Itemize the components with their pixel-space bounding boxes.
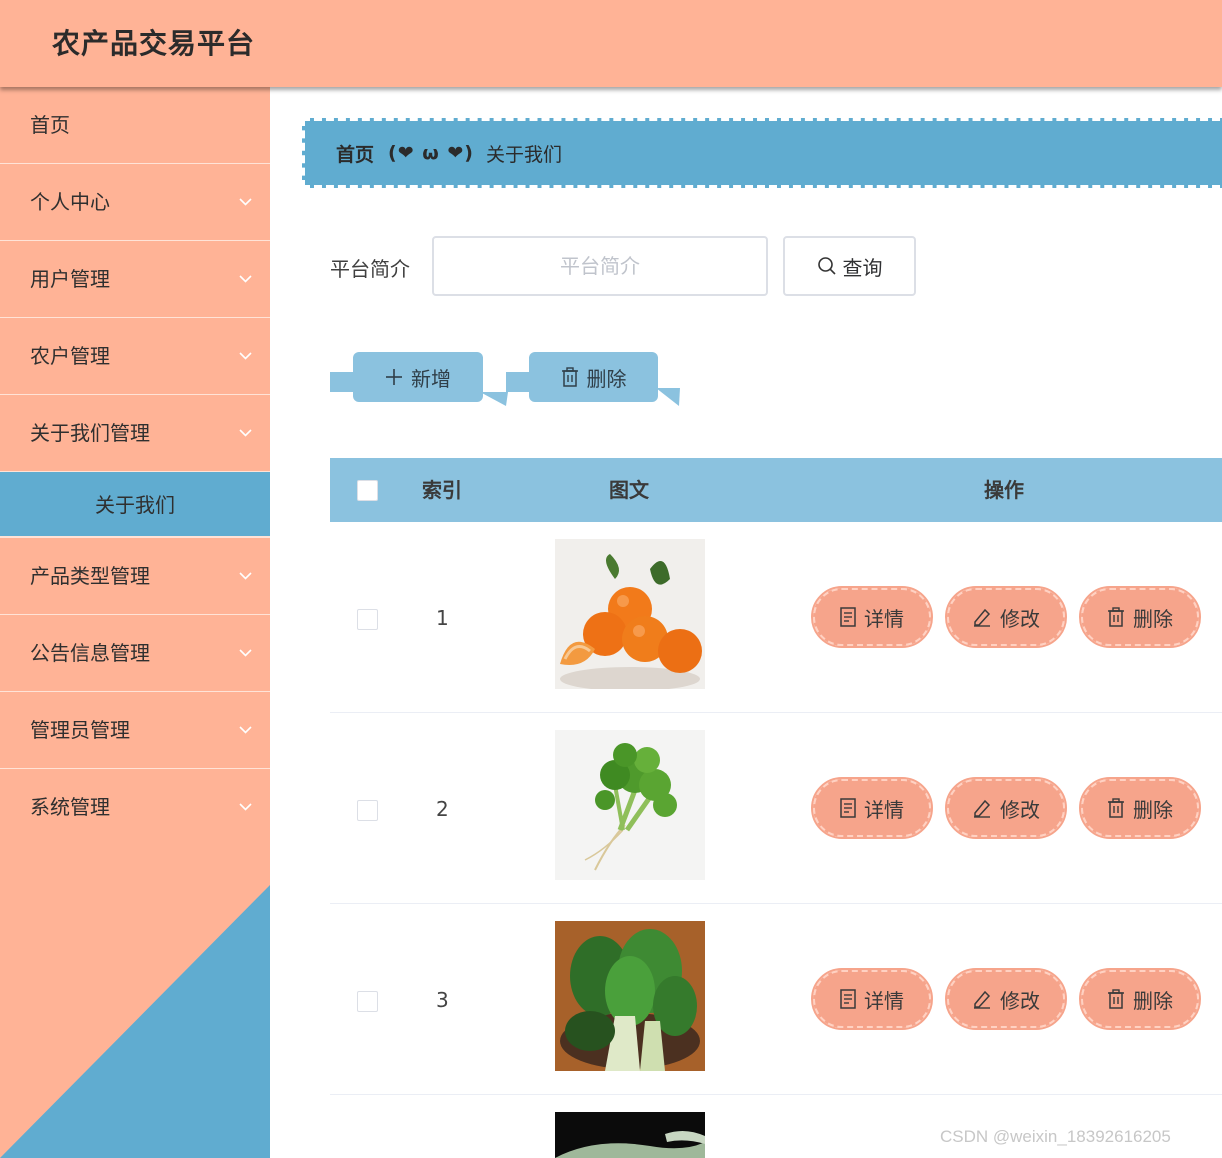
column-header-actions: 操作: [984, 478, 1024, 502]
sidebar-menu: 首页 个人中心 用户管理 农户管理 关于我们管理 关于我们 产品类型管理 公告信…: [0, 87, 270, 846]
sidebar-item-home[interactable]: 首页: [0, 87, 270, 164]
detail-button-label: 详情: [864, 606, 904, 631]
column-header-index: 索引: [422, 478, 462, 502]
sidebar-item-label: 个人中心: [30, 190, 110, 214]
delete-button[interactable]: 删除: [1079, 968, 1201, 1030]
detail-button[interactable]: 详情: [811, 968, 933, 1030]
sidebar-item-notice-management[interactable]: 公告信息管理: [0, 615, 270, 692]
add-button-label: 新增: [411, 366, 451, 391]
sidebar-item-system-management[interactable]: 系统管理: [0, 769, 270, 846]
search-icon: [817, 257, 836, 275]
edit-button-label: 修改: [1000, 797, 1040, 822]
edit-button-label: 修改: [1000, 988, 1040, 1013]
batch-delete-button[interactable]: 删除: [529, 352, 658, 402]
main-content: 首页 (❤ ω ❤) 关于我们 平台简介 查询 新增: [270, 87, 1222, 1158]
edit-button[interactable]: 修改: [945, 968, 1067, 1030]
breadcrumb-separator: (❤ ω ❤): [388, 142, 474, 164]
row-index: 1: [436, 606, 449, 630]
breadcrumb-current: 关于我们: [485, 143, 562, 166]
sidebar-item-farmer-management[interactable]: 农户管理: [0, 318, 270, 395]
sidebar-item-label: 用户管理: [30, 267, 110, 291]
sidebar-item-about-us-management[interactable]: 关于我们管理: [0, 395, 270, 472]
table-header: 索引 图文 操作: [330, 458, 1222, 522]
row-index: 2: [436, 797, 449, 821]
delete-button-label: 删除: [1133, 797, 1173, 822]
row-checkbox[interactable]: [357, 609, 378, 630]
query-button-label: 查询: [842, 255, 883, 280]
row-index: 3: [436, 988, 449, 1012]
row-checkbox[interactable]: [357, 800, 378, 821]
breadcrumb: 首页 (❤ ω ❤) 关于我们: [302, 118, 1222, 188]
chevron-down-icon: [238, 395, 252, 471]
top-header: 农产品交易平台: [0, 0, 1222, 87]
table-row: 2 详情 修改 删除: [330, 713, 1222, 904]
row-checkbox[interactable]: [357, 991, 378, 1012]
product-image-dark-vegetable: [555, 1112, 705, 1158]
trash-icon: [1108, 989, 1124, 1009]
sidebar-subitem-label: 关于我们: [95, 493, 175, 517]
batch-delete-button-label: 删除: [586, 366, 627, 391]
document-icon: [840, 989, 856, 1009]
detail-button-label: 详情: [864, 988, 904, 1013]
plus-icon: [386, 369, 402, 385]
chevron-down-icon: [238, 164, 252, 240]
product-image-oranges: [555, 539, 705, 689]
app-title: 农产品交易平台: [52, 27, 256, 60]
sidebar-item-user-management[interactable]: 用户管理: [0, 241, 270, 318]
sidebar-item-label: 农户管理: [30, 344, 110, 368]
breadcrumb-home[interactable]: 首页: [336, 140, 374, 167]
select-all-checkbox[interactable]: [357, 480, 378, 501]
search-label: 平台简介: [330, 257, 410, 281]
edit-button[interactable]: 修改: [945, 586, 1067, 648]
trash-icon: [561, 367, 578, 387]
sidebar-item-label: 关于我们管理: [30, 421, 150, 445]
sidebar-item-label: 管理员管理: [30, 718, 130, 742]
sidebar-item-admin-management[interactable]: 管理员管理: [0, 692, 270, 769]
add-button[interactable]: 新增: [353, 352, 483, 402]
sidebar-subitem-about-us[interactable]: 关于我们: [0, 472, 270, 538]
detail-button-label: 详情: [864, 797, 904, 822]
chevron-down-icon: [238, 241, 252, 317]
chevron-down-icon: [238, 615, 252, 691]
sidebar-item-label: 首页: [30, 113, 70, 137]
product-image-celery: [555, 730, 705, 880]
query-button[interactable]: 查询: [783, 236, 916, 296]
sidebar-item-personal-center[interactable]: 个人中心: [0, 164, 270, 241]
delete-button-label: 删除: [1133, 606, 1173, 631]
trash-icon: [1108, 798, 1124, 818]
sidebar-item-product-type-management[interactable]: 产品类型管理: [0, 538, 270, 615]
delete-button[interactable]: 删除: [1079, 777, 1201, 839]
sidebar-item-label: 公告信息管理: [30, 641, 150, 665]
sidebar: 首页 个人中心 用户管理 农户管理 关于我们管理 关于我们 产品类型管理 公告信…: [0, 87, 270, 1158]
edit-button-label: 修改: [1000, 606, 1040, 631]
column-header-image: 图文: [609, 478, 649, 502]
edit-button[interactable]: 修改: [945, 777, 1067, 839]
chevron-down-icon: [238, 538, 252, 614]
table-row: 1 详情 修改 删除: [330, 522, 1222, 713]
pencil-icon: [974, 608, 991, 627]
document-icon: [840, 798, 856, 818]
detail-button[interactable]: 详情: [811, 586, 933, 648]
delete-button-label: 删除: [1133, 988, 1173, 1013]
chevron-down-icon: [238, 692, 252, 768]
pencil-icon: [974, 990, 991, 1009]
product-image-greens: [555, 921, 705, 1071]
pencil-icon: [974, 799, 991, 818]
trash-icon: [1108, 607, 1124, 627]
sidebar-item-label: 系统管理: [30, 795, 110, 819]
chevron-down-icon: [238, 318, 252, 394]
search-input[interactable]: [432, 236, 768, 296]
chevron-down-icon: [238, 769, 252, 845]
document-icon: [840, 607, 856, 627]
sidebar-item-label: 产品类型管理: [30, 564, 150, 588]
table-row: 3 详情 修改 删除: [330, 904, 1222, 1095]
watermark: CSDN @weixin_18392616205: [940, 1127, 1171, 1146]
detail-button[interactable]: 详情: [811, 777, 933, 839]
delete-button[interactable]: 删除: [1079, 586, 1201, 648]
